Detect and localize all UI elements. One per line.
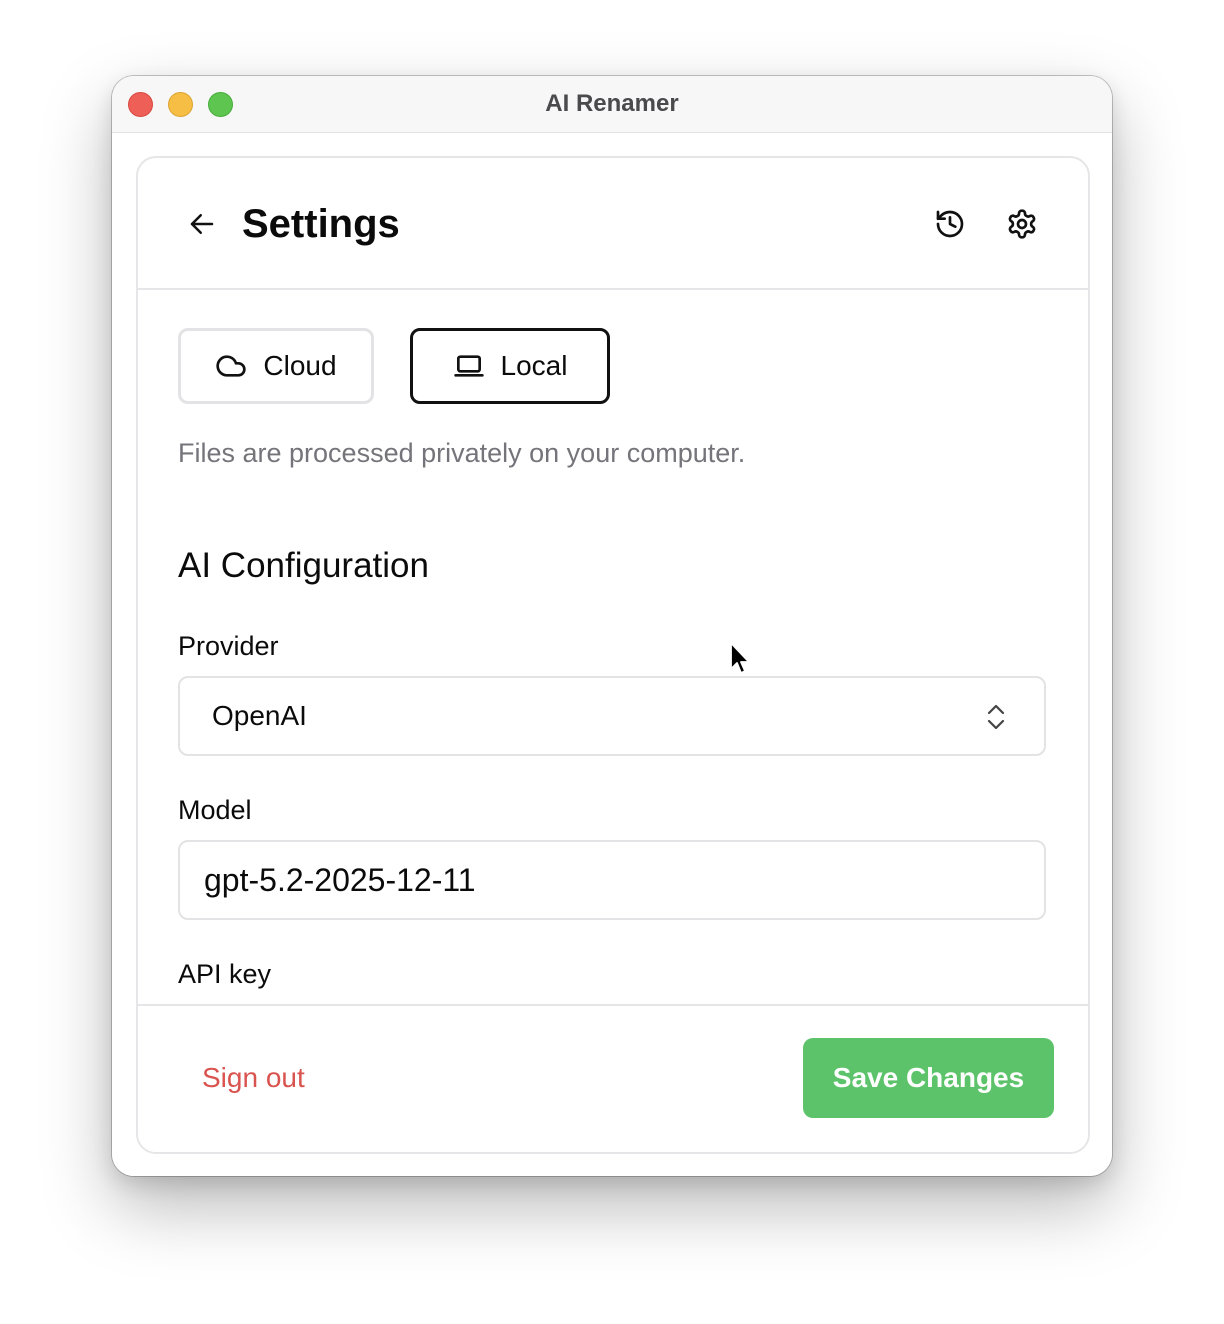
gear-icon xyxy=(1008,209,1036,239)
local-mode-label: Local xyxy=(500,350,568,381)
settings-button[interactable] xyxy=(998,200,1046,248)
model-label: Model xyxy=(178,795,252,825)
mouse-pointer-icon xyxy=(730,642,750,674)
settings-footer: Sign out Save Changes xyxy=(138,1004,1088,1152)
provider-select-value: OpenAI xyxy=(212,700,307,731)
mode-description: Files are processed privately on your co… xyxy=(178,438,746,468)
history-button[interactable] xyxy=(926,200,974,248)
cloud-mode-label: Cloud xyxy=(263,350,337,381)
arrow-left-icon xyxy=(190,214,214,234)
provider-select[interactable]: OpenAI xyxy=(178,676,1046,756)
settings-header: Settings xyxy=(138,158,1088,290)
sign-out-button[interactable]: Sign out xyxy=(202,1058,305,1098)
chevron-up-down-icon xyxy=(987,704,1005,730)
provider-label: Provider xyxy=(178,631,279,661)
model-input[interactable] xyxy=(178,840,1046,920)
window-title: AI Renamer xyxy=(545,90,679,117)
title-bar[interactable]: AI Renamer xyxy=(112,76,1112,133)
ai-configuration-heading: AI Configuration xyxy=(178,546,429,585)
page-title: Settings xyxy=(242,202,400,246)
app-window: AI Renamer Settings Cloud Local Files ar… xyxy=(112,76,1112,1176)
settings-card: Settings Cloud Local Files are processed… xyxy=(136,156,1090,1154)
cloud-mode-button[interactable]: Cloud xyxy=(178,328,374,404)
cloud-icon xyxy=(216,355,247,377)
api-key-label: API key xyxy=(178,959,272,989)
history-icon xyxy=(936,210,964,238)
local-mode-button[interactable]: Local xyxy=(410,328,610,404)
laptop-icon xyxy=(453,355,484,377)
back-button[interactable] xyxy=(178,202,226,246)
save-changes-button[interactable]: Save Changes xyxy=(803,1038,1054,1118)
